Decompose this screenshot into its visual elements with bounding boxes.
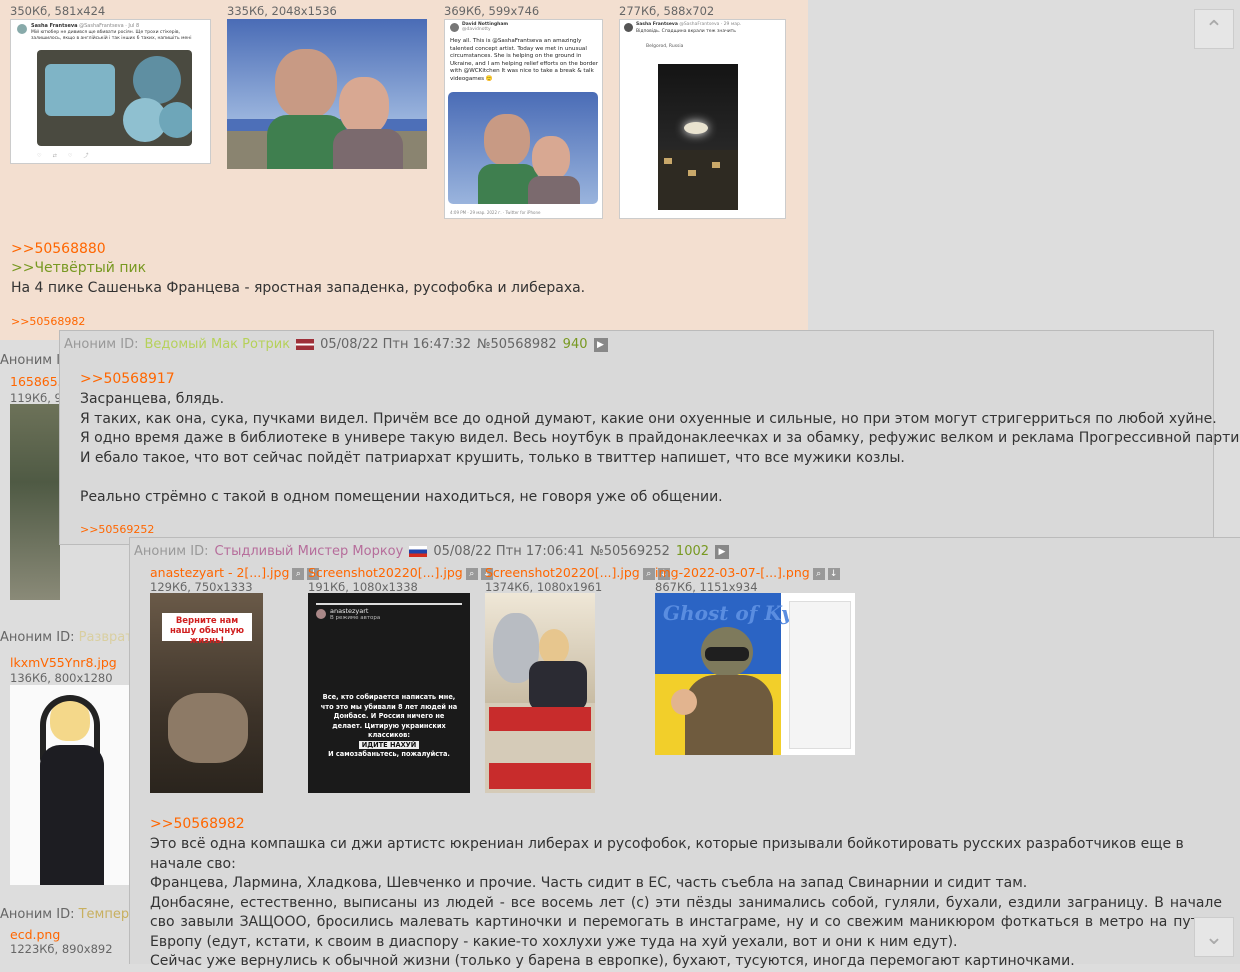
poster-id: Стыдливый Мистер Моркоу xyxy=(214,544,404,559)
image-meta: 350Кб, 581x424 xyxy=(10,4,106,18)
reply-link[interactable]: >>50568880 xyxy=(11,241,106,257)
poster-id: Ведомый Мак Ротрик xyxy=(144,337,291,352)
avatar xyxy=(624,23,633,32)
reply-link[interactable]: >>50568982 xyxy=(150,816,245,832)
image-caption: Верните нам нашу обычную жизнь! xyxy=(162,613,252,646)
image-thumbnail[interactable] xyxy=(485,593,595,793)
side-post-header: Аноним ID: Темпера xyxy=(0,907,138,922)
image-thumbnail[interactable]: Sasha Frantseva @SashaFrantseva · Jul 8 … xyxy=(10,19,211,164)
side-file-meta: 1223Кб, 890x892 xyxy=(10,942,113,956)
post-number[interactable]: №50568982 xyxy=(477,337,557,352)
woman-coat xyxy=(333,129,403,169)
search-icon[interactable]: ⌕ xyxy=(642,567,655,580)
search-icon[interactable]: ⌕ xyxy=(292,567,305,580)
post-body: Это всё одна компашка си джи артистс юкр… xyxy=(150,836,1222,969)
post-header: Аноним ID: Стыдливый Мистер Моркоу 05/08… xyxy=(134,544,730,559)
image-meta: 369Кб, 599x746 xyxy=(444,4,540,18)
image-thumbnail[interactable]: Sasha Frantseva @SashaFrantseva · 29 мар… xyxy=(619,19,786,219)
image-thumbnail[interactable]: Верните нам нашу обычную жизнь! xyxy=(150,593,263,793)
tweet-footer: 4:09 PM · 29 мар. 2022 г. · Twitter for … xyxy=(450,210,541,215)
image-thumbnail[interactable] xyxy=(227,19,427,169)
stickers-photo xyxy=(37,50,192,146)
download-icon[interactable]: ↓ xyxy=(827,567,840,580)
file-meta: 867Кб, 1151x934 xyxy=(655,580,758,594)
avatar xyxy=(17,24,27,34)
story-text: Все, кто собирается написать мне, что эт… xyxy=(320,693,458,758)
backref-link[interactable]: >>50568982 xyxy=(11,315,85,328)
tweet-author: Sasha Frantseva @SashaFrantseva · 29 мар… xyxy=(636,22,742,27)
file-meta: 191Кб, 1080x1338 xyxy=(308,580,418,594)
tweet-text: Мій ютюбер не дивився ще вбивати росіян.… xyxy=(31,30,192,41)
greentext-quote: >>Четвёртый пик xyxy=(11,260,147,276)
post-count: 940 xyxy=(562,337,588,352)
image-thumbnail[interactable]: Ghost of Kyiv xyxy=(655,593,855,755)
image-thumbnail[interactable]: David Nottingham @davidnotty Hey all. Thi… xyxy=(444,19,603,219)
side-file-name[interactable]: ecd.png xyxy=(10,927,60,942)
backref-link[interactable]: >>50569252 xyxy=(80,523,154,536)
image-thumbnail[interactable]: anastezyart В режиме автора Все, кто соб… xyxy=(308,593,470,793)
side-file-meta: 136Кб, 800x1280 xyxy=(10,671,113,685)
reply-link[interactable]: >>50568917 xyxy=(80,371,175,387)
post-body: На 4 пике Сашенька Францева - яростная з… xyxy=(11,280,586,296)
soldier-thumbnail[interactable] xyxy=(10,404,60,600)
selfie-photo xyxy=(448,92,598,204)
story-user: anastezyart xyxy=(330,607,369,615)
file-name[interactable]: Screenshot20220[...].jpg ⌕ ↓ xyxy=(308,565,493,580)
scroll-down-button[interactable]: ⌄ xyxy=(1194,917,1234,957)
chevron-down-icon: ⌄ xyxy=(1204,924,1224,950)
file-name[interactable]: anastezyart - 2[...].jpg ⌕ ↓ xyxy=(150,565,320,580)
search-icon[interactable]: ⌕ xyxy=(465,567,478,580)
search-icon[interactable]: ⌕ xyxy=(812,567,825,580)
side-file-name[interactable]: lkxmV55Ynr8.jpg xyxy=(10,655,117,670)
post-datetime: 05/08/22 Птн 16:47:32 xyxy=(320,337,471,352)
post-body: Засранцева, блядь. Я таких, как она, сук… xyxy=(80,391,1240,505)
file-meta: 129Кб, 750x1333 xyxy=(150,580,253,594)
play-icon[interactable]: ▶ xyxy=(715,544,730,559)
man-face xyxy=(275,49,337,119)
poster-name: Аноним ID: xyxy=(134,544,209,559)
post-number[interactable]: №50569252 xyxy=(590,544,670,559)
post-datetime: 05/08/22 Птн 17:06:41 xyxy=(433,544,585,559)
file-name[interactable]: img-2022-03-07-[...].png ⌕ ↓ xyxy=(655,565,840,580)
story-subtitle: В режиме автора xyxy=(330,615,381,621)
file-name[interactable]: Screenshot20220[...].jpg ⌕ ↓ xyxy=(485,565,670,580)
image-meta: 277Кб, 588x702 xyxy=(619,4,715,18)
chevron-up-icon: ⌃ xyxy=(1204,16,1224,42)
tweet-author: Sasha Frantseva @SashaFrantseva · Jul 8 xyxy=(31,23,140,29)
image-meta: 335Кб, 2048x1536 xyxy=(227,4,337,18)
tweet-text: Відповідь. Спадщина вкрали теж значить xyxy=(636,29,736,34)
night-photo xyxy=(658,64,738,210)
reply-popup: Аноним ID: Стыдливый Мистер Моркоу 05/08… xyxy=(129,537,1240,969)
russia-flag-icon xyxy=(409,546,428,557)
woman-face xyxy=(339,77,389,135)
file-meta: 1374Кб, 1080x1961 xyxy=(485,580,603,594)
tweet-text: Hey all. This is @SashaFrantseva an amaz… xyxy=(450,38,599,82)
avatar xyxy=(450,23,459,32)
latvia-flag-icon xyxy=(296,339,315,350)
quoted-location: Belgorod, Russia xyxy=(646,44,684,49)
side-post-header: Аноним ID: Разврати xyxy=(0,630,142,645)
poster-name: Аноним ID: xyxy=(64,337,139,352)
post-count: 1002 xyxy=(675,544,710,559)
tweet-author: David Nottingham @davidnotty xyxy=(462,22,509,32)
tweet-actions: ♡ ⇄ ♡ ⤴ xyxy=(37,153,89,159)
nun-thumbnail[interactable] xyxy=(10,685,130,885)
reply-popup: Аноним ID: Ведомый Мак Ротрик 05/08/22 П… xyxy=(59,330,1240,545)
post-header: Аноним ID: Ведомый Мак Ротрик 05/08/22 П… xyxy=(64,337,608,352)
play-icon[interactable]: ▶ xyxy=(593,337,608,352)
scroll-up-button[interactable]: ⌃ xyxy=(1194,9,1234,49)
